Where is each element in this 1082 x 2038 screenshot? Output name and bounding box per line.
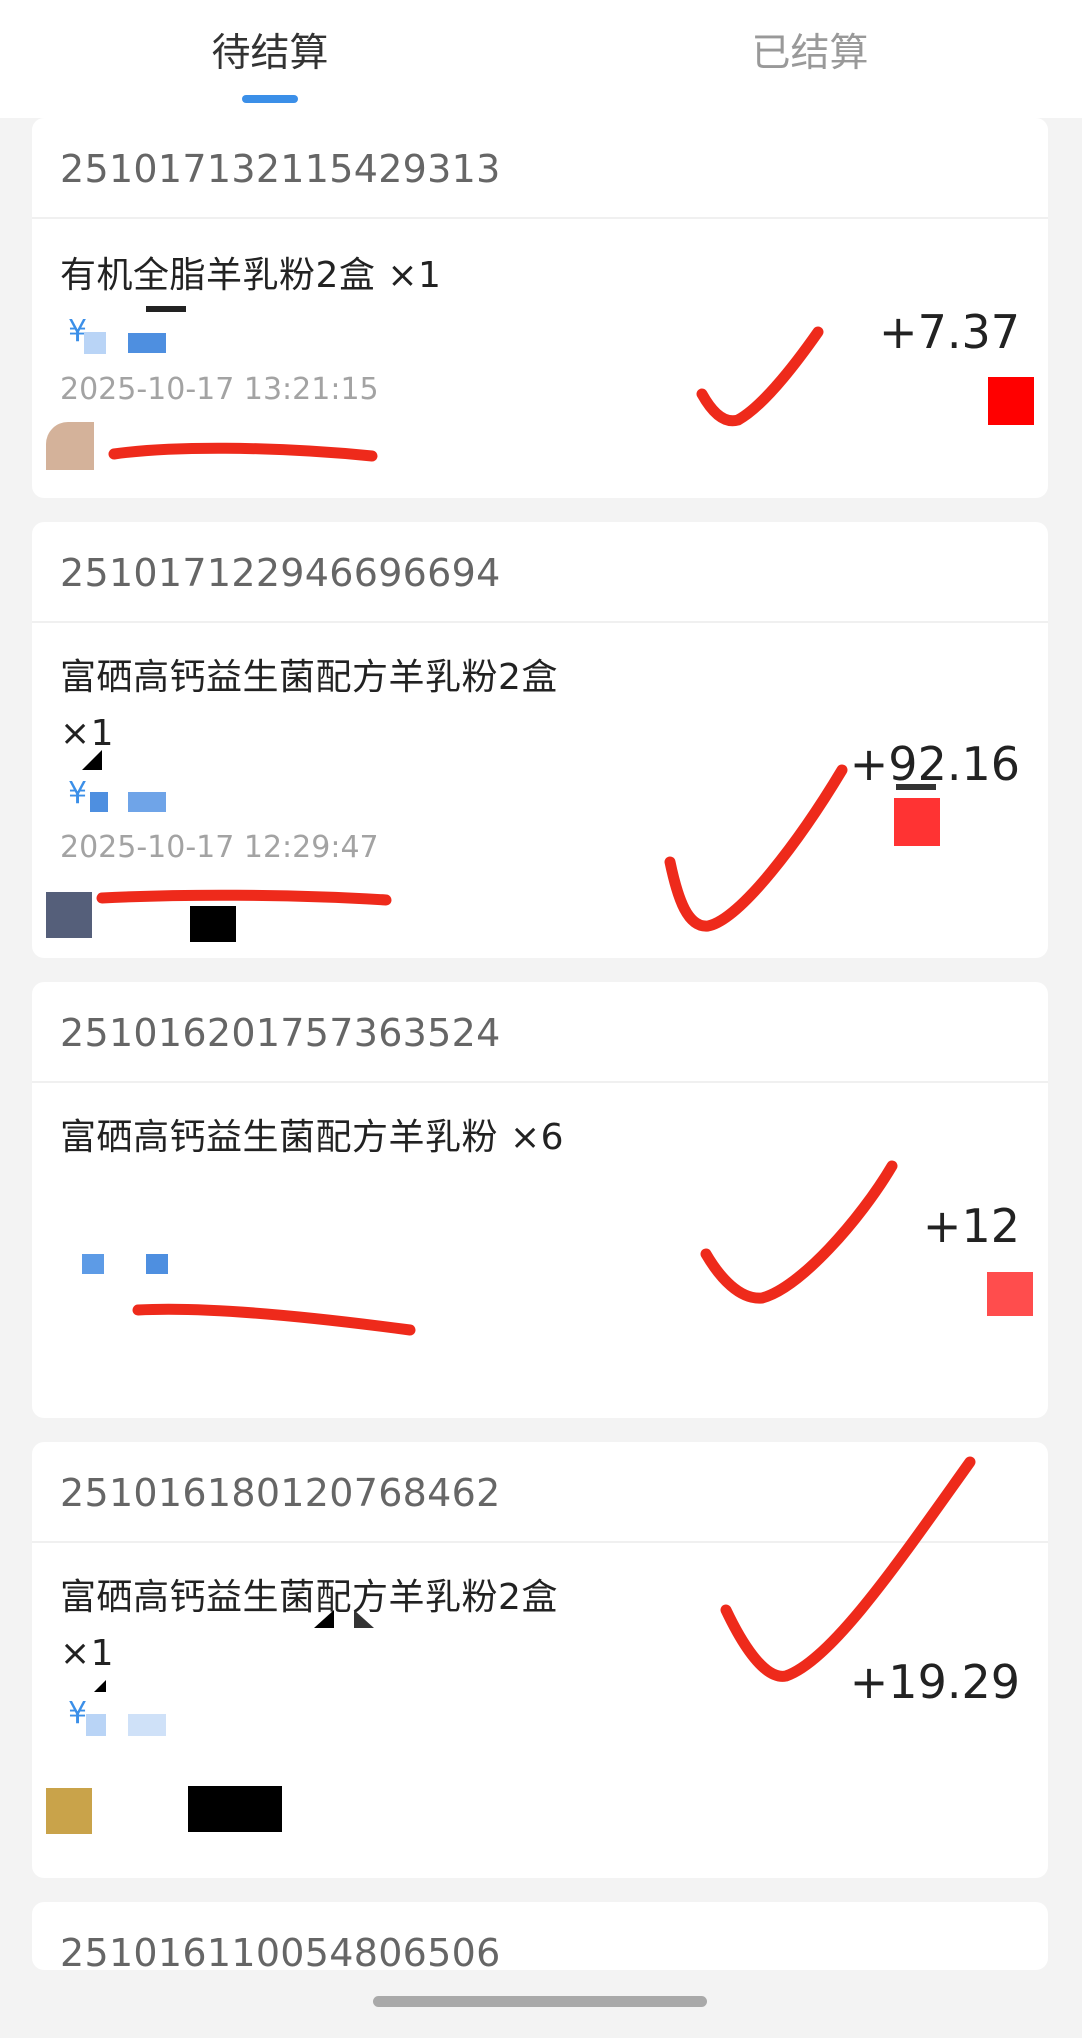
redacted-avatar [46, 422, 94, 470]
order-number: 251016110054806506 [60, 1931, 501, 1970]
redacted-block [988, 377, 1034, 425]
order-card[interactable]: 251016180120768462 富硒高钙益生菌配方羊乳粉2盒 ×1 ¥ +… [32, 1442, 1048, 1878]
order-card[interactable]: 251017132115429313 有机全脂羊乳粉2盒 ×1 ¥ 2025-1… [32, 118, 1048, 498]
redacted-block [146, 306, 186, 312]
redacted-price [128, 333, 166, 353]
redacted-price [84, 332, 106, 354]
order-number: 251017132115429313 [60, 147, 501, 191]
redacted-avatar [46, 1788, 92, 1834]
commission-amount: +19.29 [849, 1655, 1020, 1709]
redacted-block [354, 1610, 374, 1628]
order-card[interactable]: 251017122946696694 富硒高钙益生菌配方羊乳粉2盒 ×1 ¥ 2… [32, 522, 1048, 958]
card-divider [32, 1541, 1048, 1543]
product-name: 富硒高钙益生菌配方羊乳粉2盒 ×1 [60, 657, 558, 754]
order-number: 251016180120768462 [60, 1471, 501, 1515]
commission-amount: +12 [922, 1199, 1020, 1253]
order-number: 251017122946696694 [60, 551, 501, 595]
redacted-price [82, 1254, 104, 1274]
order-card[interactable]: 251016110054806506 [32, 1902, 1048, 1970]
order-time: 2025-10-17 12:29:47 [60, 830, 379, 865]
card-divider [32, 621, 1048, 623]
home-indicator[interactable] [373, 1996, 707, 2007]
redacted-price [86, 1714, 106, 1736]
yen-icon: ¥ [68, 1696, 88, 1731]
redacted-block [896, 784, 936, 790]
redacted-block [987, 1272, 1033, 1316]
redacted-block [82, 750, 102, 770]
card-divider [32, 1081, 1048, 1083]
order-card[interactable]: 251016201757363524 富硒高钙益生菌配方羊乳粉 ×6 +12 [32, 982, 1048, 1418]
order-time: 2025-10-17 13:21:15 [60, 372, 379, 407]
order-number: 251016201757363524 [60, 1011, 501, 1055]
tab-bar: 待结算 已结算 [0, 0, 1082, 118]
product-name: 富硒高钙益生菌配方羊乳粉 ×6 [60, 1117, 565, 1158]
redacted-block [314, 1610, 334, 1628]
redacted-block [94, 1680, 106, 1692]
product-name: 有机全脂羊乳粉2盒 ×1 [60, 255, 442, 296]
tab-settled[interactable]: 已结算 [660, 28, 960, 80]
redacted-avatar [46, 892, 92, 938]
redacted-price [128, 792, 166, 812]
active-tab-indicator [242, 95, 298, 103]
redacted-block [188, 1786, 282, 1832]
redacted-block [190, 906, 236, 942]
redacted-block [894, 798, 940, 846]
card-divider [32, 217, 1048, 219]
redacted-price [146, 1254, 168, 1274]
tab-pending[interactable]: 待结算 [120, 28, 420, 80]
commission-amount: +7.37 [879, 305, 1020, 359]
yen-icon: ¥ [68, 776, 88, 811]
redacted-price [90, 792, 108, 812]
redacted-price [128, 1714, 166, 1736]
